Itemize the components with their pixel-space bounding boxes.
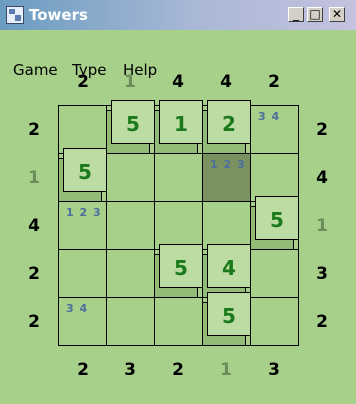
tower-top[interactable]: 4 xyxy=(207,244,251,288)
clue-left-2[interactable]: 1 xyxy=(19,168,49,188)
pencil-marks: 3 4 xyxy=(258,110,281,123)
tower-height-value: 2 xyxy=(222,112,236,136)
grid-cell-r2c2[interactable] xyxy=(106,153,154,201)
menu-game[interactable]: Game xyxy=(13,61,58,79)
grid-cell-r4c2[interactable] xyxy=(106,249,154,297)
grid-cell-r5c5[interactable] xyxy=(250,297,298,345)
clue-bottom-1[interactable]: 2 xyxy=(68,360,98,380)
tower-top[interactable]: 2 xyxy=(207,100,251,144)
pencil-marks: 1 2 3 xyxy=(210,158,246,171)
close-icon: ✕ xyxy=(331,7,343,21)
minimize-button[interactable]: _ xyxy=(288,7,304,22)
clue-right-4[interactable]: 3 xyxy=(307,264,337,284)
tower-height-value: 5 xyxy=(78,160,92,184)
clue-right-5[interactable]: 2 xyxy=(307,312,337,332)
clue-top-3[interactable]: 4 xyxy=(163,72,193,92)
title-bar[interactable]: Towers _ □ ✕ xyxy=(0,0,356,30)
grid-cell-r3c4[interactable] xyxy=(202,201,250,249)
tower-height-value: 4 xyxy=(222,256,236,280)
grid-cell-r3c3[interactable] xyxy=(154,201,202,249)
tower-top[interactable]: 5 xyxy=(207,292,251,336)
grid-border xyxy=(58,345,299,346)
clue-bottom-2[interactable]: 3 xyxy=(115,360,145,380)
tower-top[interactable]: 5 xyxy=(159,244,203,288)
close-button[interactable]: ✕ xyxy=(329,7,345,22)
clue-right-3[interactable]: 1 xyxy=(307,216,337,236)
tower-top[interactable]: 5 xyxy=(111,100,155,144)
clue-top-4[interactable]: 4 xyxy=(211,72,241,92)
tower-height-value: 5 xyxy=(222,304,236,328)
clue-top-5[interactable]: 2 xyxy=(259,72,289,92)
clue-top-2[interactable]: 1 xyxy=(115,72,145,92)
clue-bottom-5[interactable]: 3 xyxy=(259,360,289,380)
maximize-icon: □ xyxy=(309,7,321,21)
clue-right-1[interactable]: 2 xyxy=(307,120,337,140)
pencil-marks: 3 4 xyxy=(66,302,89,315)
minimize-icon: _ xyxy=(293,7,299,21)
clue-left-1[interactable]: 2 xyxy=(19,120,49,140)
clue-right-2[interactable]: 4 xyxy=(307,168,337,188)
clue-bottom-3[interactable]: 2 xyxy=(163,360,193,380)
grid-cell-r2c3[interactable] xyxy=(154,153,202,201)
clue-left-4[interactable]: 2 xyxy=(19,264,49,284)
tower-height-value: 1 xyxy=(174,112,188,136)
tower-top[interactable]: 5 xyxy=(255,196,299,240)
app-icon xyxy=(6,6,24,24)
tower-height-value: 5 xyxy=(174,256,188,280)
grid-cell-r2c5[interactable] xyxy=(250,153,298,201)
puzzle-grid[interactable]: 3 4 1 2 3 1 2 3 3 4 5 1 2 5 5 5 4 5 xyxy=(58,100,299,346)
tower-top[interactable]: 1 xyxy=(159,100,203,144)
tower-top[interactable]: 5 xyxy=(63,148,107,192)
clue-left-3[interactable]: 4 xyxy=(19,216,49,236)
tower-height-value: 5 xyxy=(270,208,284,232)
clue-top-1[interactable]: 2 xyxy=(68,72,98,92)
grid-cell-r3c2[interactable] xyxy=(106,201,154,249)
clue-bottom-4[interactable]: 1 xyxy=(211,360,241,380)
grid-cell-r4c5[interactable] xyxy=(250,249,298,297)
menu-bar: Game Type Help xyxy=(0,30,356,79)
clue-left-5[interactable]: 2 xyxy=(19,312,49,332)
pencil-marks: 1 2 3 xyxy=(66,206,102,219)
tower-height-value: 5 xyxy=(126,112,140,136)
window-title: Towers xyxy=(29,6,88,24)
grid-cell-r5c3[interactable] xyxy=(154,297,202,345)
grid-cell-r1c1[interactable] xyxy=(58,105,106,153)
grid-cell-r4c1[interactable] xyxy=(58,249,106,297)
maximize-button[interactable]: □ xyxy=(307,7,323,22)
grid-cell-r5c2[interactable] xyxy=(106,297,154,345)
